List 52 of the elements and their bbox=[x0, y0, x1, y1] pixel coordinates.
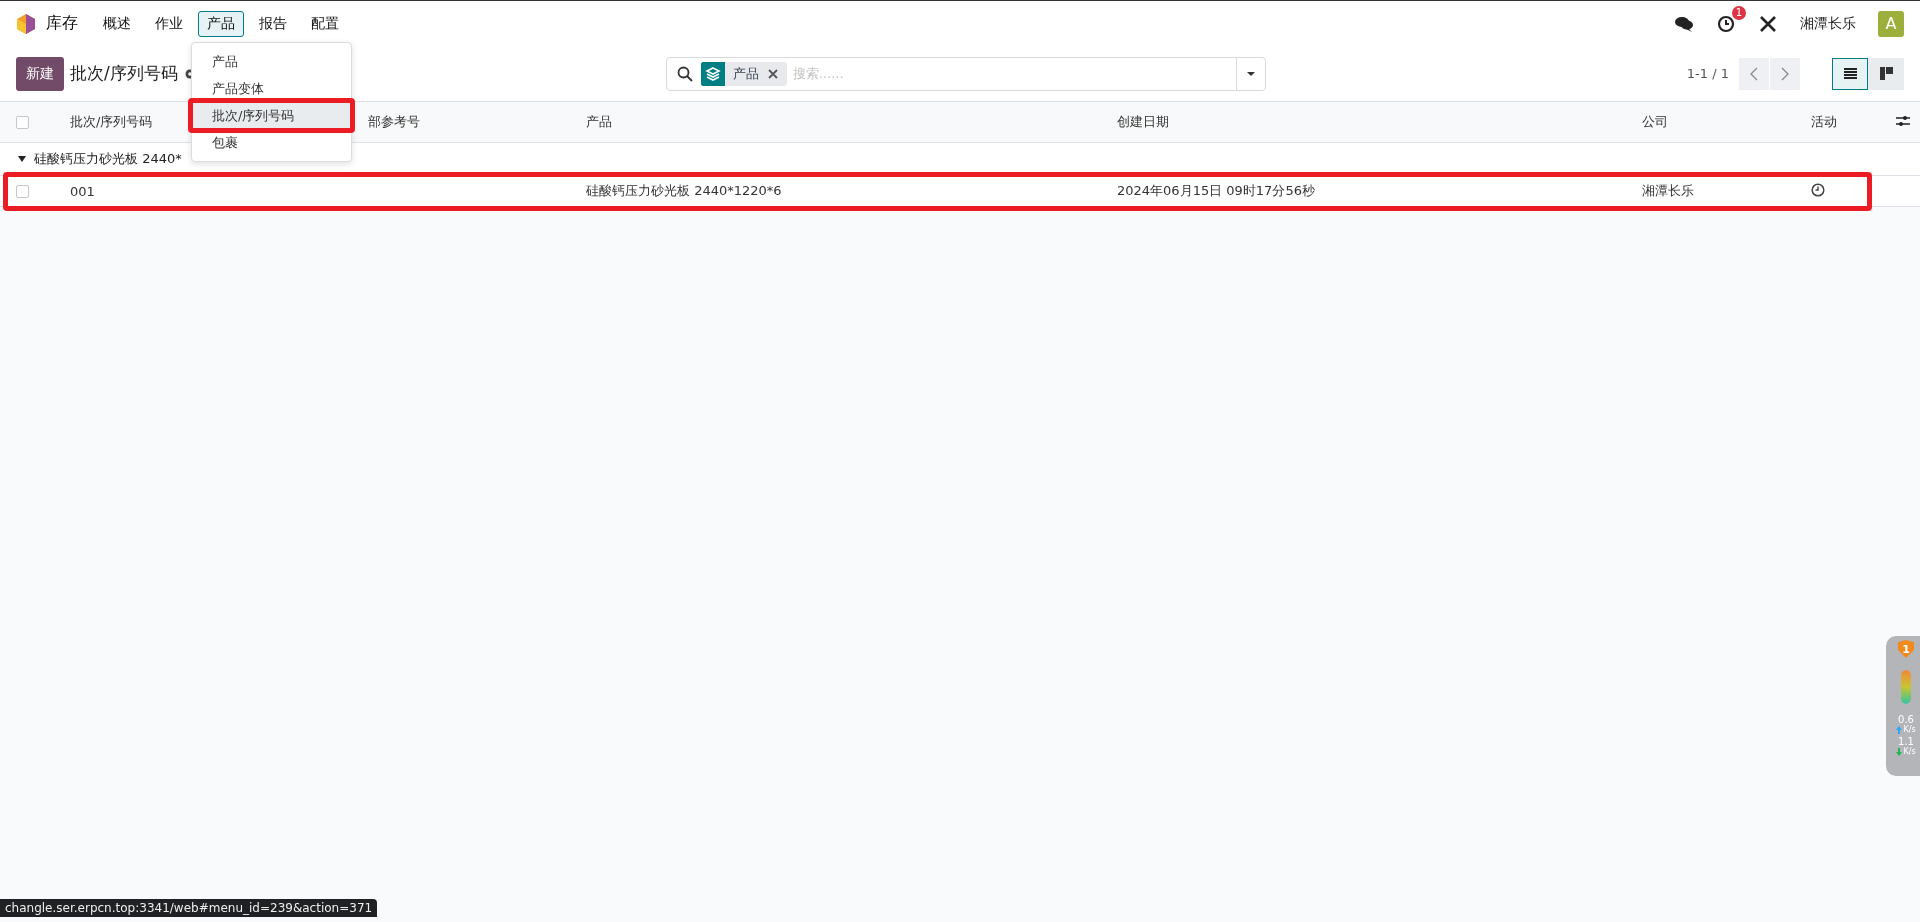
chat-icon[interactable] bbox=[1674, 14, 1694, 33]
search-field[interactable]: 产品 搜索...... bbox=[665, 56, 1266, 91]
group-name[interactable]: 硅酸钙压力砂光板 2440* bbox=[34, 150, 182, 168]
list-icon bbox=[1843, 67, 1857, 80]
chevron-left-icon bbox=[1750, 66, 1758, 81]
caret-icon[interactable] bbox=[1246, 70, 1255, 77]
arrow-down-icon bbox=[1896, 747, 1903, 756]
row-checkbox[interactable] bbox=[16, 184, 29, 198]
column-header[interactable]: 公司 bbox=[1642, 102, 1811, 143]
list-view-button[interactable] bbox=[1832, 57, 1868, 90]
menu-item[interactable]: 配置 bbox=[302, 10, 348, 37]
download-rate: 1.1 bbox=[1898, 736, 1914, 747]
notification-badge: 1 bbox=[1731, 5, 1746, 20]
menu-item[interactable]: 产品 bbox=[198, 10, 244, 37]
upload-rate: 0.6 bbox=[1898, 714, 1914, 725]
facet-label: 产品 bbox=[731, 64, 760, 83]
clock-icon[interactable] bbox=[1716, 14, 1736, 33]
status-url: changle.ser.erpcn.top:3341/web#menu_id=239&action=371 bbox=[0, 899, 378, 917]
pager-value[interactable]: 1-1 / 1 bbox=[1686, 66, 1729, 81]
shield-badge: 1 bbox=[1898, 640, 1914, 658]
column-header[interactable]: 产品 bbox=[586, 102, 1117, 143]
menu-item[interactable]: 产品变体 bbox=[192, 75, 351, 102]
menu-item[interactable]: 报告 bbox=[250, 10, 296, 37]
app-name[interactable]: 库存 bbox=[46, 13, 78, 34]
clock-icon[interactable] bbox=[1811, 182, 1825, 197]
sliders-icon[interactable] bbox=[1896, 113, 1910, 128]
page-title: 批次/序列号码 bbox=[70, 62, 178, 85]
caret-down-icon[interactable] bbox=[18, 156, 26, 162]
kanban-icon bbox=[1879, 67, 1893, 80]
chevron-right-icon bbox=[1781, 66, 1789, 81]
column-header[interactable]: 创建日期 bbox=[1117, 102, 1642, 143]
select-all-checkbox[interactable] bbox=[16, 115, 29, 129]
rate-unit: K/s bbox=[1903, 725, 1916, 734]
app-logo-icon[interactable] bbox=[16, 12, 36, 35]
table-cell: 001 bbox=[70, 183, 95, 199]
column-header[interactable]: 部参考号 bbox=[368, 102, 586, 143]
kanban-view-button[interactable] bbox=[1868, 57, 1904, 90]
close-icon[interactable] bbox=[766, 67, 779, 80]
gauge-icon bbox=[1901, 670, 1911, 704]
menu-item[interactable]: 作业 bbox=[146, 10, 192, 37]
arrow-up-icon bbox=[1896, 725, 1903, 734]
new-button[interactable]: 新建 bbox=[16, 56, 64, 91]
table-cell: 2024年06月15日 09时17分56秒 bbox=[1117, 183, 1315, 198]
menu-item[interactable]: 产品 bbox=[192, 48, 351, 75]
table-cell: 硅酸钙压力砂光板 2440*1220*6 bbox=[586, 183, 782, 198]
filter-facet[interactable]: 产品 bbox=[700, 61, 787, 86]
search-icon bbox=[676, 65, 693, 82]
company-name[interactable]: 湘潭长乐 bbox=[1800, 14, 1856, 33]
menu-item[interactable]: 概述 bbox=[94, 10, 140, 37]
column-header[interactable]: 活动 bbox=[1811, 102, 1896, 143]
rate-unit: K/s bbox=[1903, 747, 1916, 756]
table-cell: 湘潭长乐 bbox=[1642, 183, 1694, 198]
